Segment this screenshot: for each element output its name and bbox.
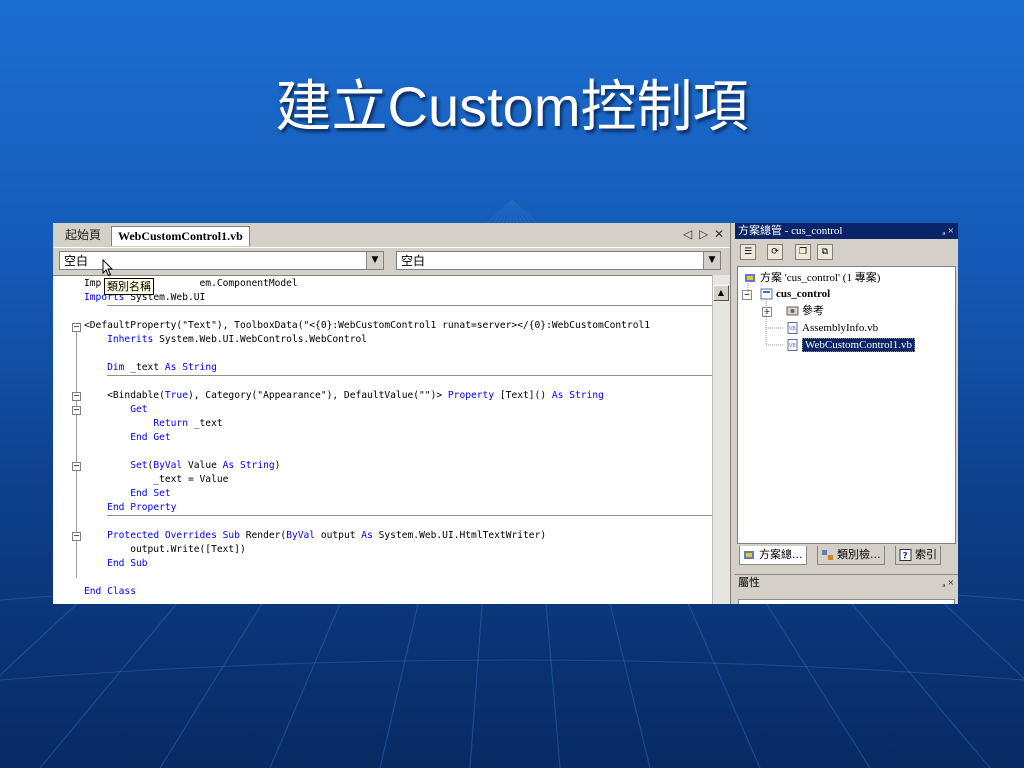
solution-explorer-titlebar: 方案總管 - cus_control ₔ × <box>735 223 958 239</box>
collapse-icon[interactable]: − <box>72 406 81 415</box>
collapse-icon[interactable]: − <box>72 392 81 401</box>
code-line[interactable]: _text = Value <box>84 473 228 487</box>
scroll-up-icon[interactable]: ▲ <box>713 285 729 301</box>
collapse-icon[interactable]: − <box>72 532 81 541</box>
solution-explorer-toolbar: ☰ ⟳ ❐ ⧉ <box>735 240 958 264</box>
close-document-icon[interactable]: ✕ <box>714 227 724 241</box>
scroll-tabs-left-icon[interactable]: ◁ <box>683 227 692 241</box>
show-all-files-icon[interactable]: ❐ <box>795 244 811 260</box>
code-line[interactable]: output.Write([Text]) <box>84 543 246 557</box>
ide-screenshot: 起始頁 WebCustomControl1.vb ◁ ▷ ✕ 空白 ▼ 空白 ▼… <box>53 223 958 604</box>
code-line[interactable]: End Class <box>84 585 136 599</box>
tab-start-page[interactable]: 起始頁 <box>59 226 107 245</box>
panel-tab-strip: 方案總... 類別檢... ? 索引 <box>735 546 958 566</box>
tooltip-class-name: 類別名稱 <box>104 278 154 295</box>
properties-object-selector[interactable] <box>738 599 955 604</box>
code-line[interactable]: Inherits System.Web.UI.WebControls.WebCo… <box>84 333 367 347</box>
refresh-icon[interactable]: ⟳ <box>767 244 783 260</box>
code-line[interactable]: End Sub <box>84 557 147 571</box>
tab-solution-explorer[interactable]: 方案總... <box>739 546 807 565</box>
chevron-down-icon[interactable]: ▼ <box>703 252 720 269</box>
document-tab-bar: 起始頁 WebCustomControl1.vb ◁ ▷ ✕ <box>53 223 730 248</box>
code-line[interactable]: <DefaultProperty("Text"), ToolboxData("<… <box>84 319 650 333</box>
code-line[interactable]: Protected Overrides Sub Render(ByVal out… <box>84 529 546 543</box>
solution-explorer-title: 方案總管 - cus_control <box>738 225 843 237</box>
solution-tree: 方案 'cus_control' (1 專案) − cus_control + … <box>737 266 956 544</box>
solution-explorer-panel: 方案總管 - cus_control ₔ × ☰ ⟳ ❐ ⧉ 方案 'cus_c… <box>735 223 958 604</box>
scroll-tabs-right-icon[interactable]: ▷ <box>699 227 708 241</box>
pin-close-icon[interactable]: ₔ × <box>942 575 954 591</box>
separator <box>107 375 713 376</box>
code-editor: 起始頁 WebCustomControl1.vb ◁ ▷ ✕ 空白 ▼ 空白 ▼… <box>53 223 731 604</box>
tab-class-view[interactable]: 類別檢... <box>817 546 885 565</box>
solution-icon <box>744 551 754 559</box>
method-name-dropdown[interactable]: 空白 ▼ <box>396 251 721 270</box>
mouse-pointer-icon <box>102 259 114 277</box>
outline-gutter: − − − − − <box>53 276 81 604</box>
separator <box>107 305 713 306</box>
tab-index[interactable]: ? 索引 <box>895 546 941 565</box>
slide-title: 建立Custom控制項 <box>275 75 749 138</box>
index-icon: ? <box>899 549 912 561</box>
code-line[interactable]: Get <box>84 403 147 417</box>
svg-text:?: ? <box>903 552 908 562</box>
method-name-value: 空白 <box>401 254 426 268</box>
code-line[interactable]: End Set <box>84 487 170 501</box>
code-line[interactable]: End Get <box>84 431 170 445</box>
pin-close-icon[interactable]: ₔ × <box>942 223 954 239</box>
code-area[interactable]: − − − − − Imp em.ComponentModel Imports S… <box>53 275 713 604</box>
class-name-value: 空白 <box>64 254 89 268</box>
code-line[interactable]: End Property <box>84 501 176 515</box>
chevron-down-icon[interactable]: ▼ <box>366 252 383 269</box>
copy-project-icon[interactable]: ⧉ <box>817 244 833 260</box>
separator <box>107 515 713 516</box>
properties-title: 屬性 <box>738 577 760 589</box>
collapse-icon[interactable]: − <box>72 462 81 471</box>
tree-node-assemblyinfo[interactable]: VB AssemblyInfo.vb <box>786 320 878 336</box>
collapse-icon[interactable]: − <box>72 323 81 332</box>
code-line[interactable]: <Bindable(True), Category("Appearance"),… <box>84 389 604 403</box>
class-view-icon <box>822 550 833 560</box>
tree-node-webcustomcontrol1[interactable]: VB WebCustomControl1.vb <box>786 337 915 353</box>
code-line[interactable]: Set(ByVal Value As String) <box>84 459 280 473</box>
navigation-bar: 空白 ▼ 空白 ▼ <box>53 248 730 274</box>
properties-titlebar: 屬性 ₔ × <box>735 574 958 590</box>
properties-icon[interactable]: ☰ <box>740 244 756 260</box>
vertical-scrollbar[interactable]: ▲ <box>712 275 730 604</box>
code-line[interactable]: Dim _text As String <box>84 361 217 375</box>
tab-webcustomcontrol1[interactable]: WebCustomControl1.vb <box>111 226 250 246</box>
code-line[interactable]: Return _text <box>84 417 222 431</box>
tree-connector-lines <box>747 283 784 346</box>
